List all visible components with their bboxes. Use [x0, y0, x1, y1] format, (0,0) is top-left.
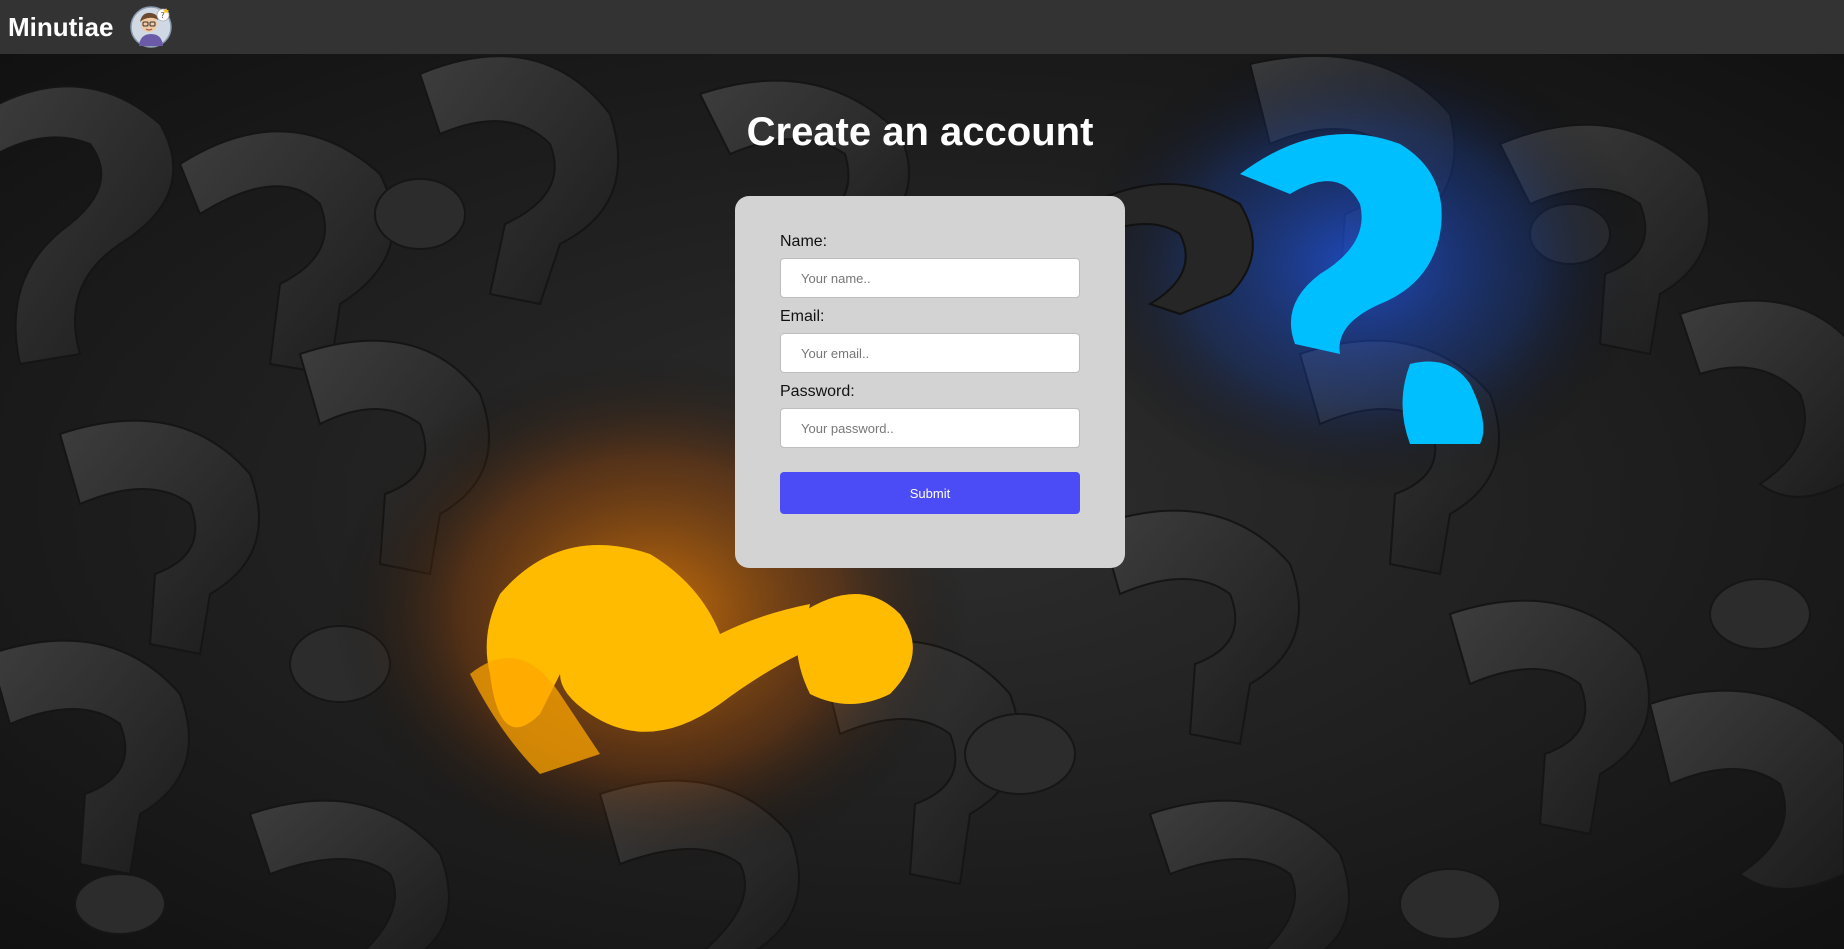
- name-label: Name:: [780, 233, 828, 250]
- brand-title[interactable]: Minutiae: [8, 12, 113, 43]
- password-input[interactable]: [780, 408, 1080, 448]
- cartoon-avatar-icon[interactable]: ?: [130, 6, 173, 48]
- page-title: Create an account: [746, 110, 1094, 154]
- email-input[interactable]: [780, 333, 1080, 373]
- signup-form-card: Name: Email: Password: Submit: [735, 196, 1125, 568]
- top-navbar: Minutiae ?: [0, 0, 1844, 54]
- name-input[interactable]: [780, 258, 1080, 298]
- password-label: Password:: [780, 383, 855, 400]
- email-label: Email:: [780, 308, 825, 325]
- svg-text:?: ?: [161, 11, 165, 20]
- hero-background: Create an account Name: Email: Password:…: [0, 54, 1844, 949]
- submit-button[interactable]: Submit: [780, 472, 1080, 514]
